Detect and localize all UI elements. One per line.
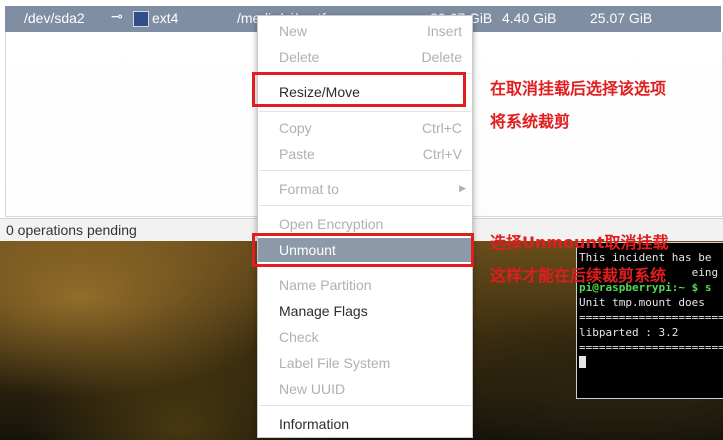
menu-item-shortcut: Insert (426, 23, 462, 39)
menu-item-delete[interactable]: Delete Delete (258, 45, 472, 69)
menu-separator (259, 205, 471, 206)
menu-item-label-file-system[interactable]: Label File System (258, 351, 472, 375)
menu-item-label: Delete (279, 49, 320, 65)
menu-item-label: Open Encryption (279, 216, 384, 232)
menu-item-check[interactable]: Check (258, 325, 472, 349)
menu-item-label: Paste (279, 146, 315, 162)
menu-item-label: Check (279, 329, 319, 345)
status-text: 0 operations pending (6, 222, 137, 238)
menu-item-label: Label File System (279, 355, 391, 371)
menu-item-label: Manage Flags (279, 303, 368, 319)
unmount-annotation-line2: 这样才能在后续裁剪系统 (490, 266, 667, 285)
submenu-arrow-icon: ▶ (459, 183, 466, 193)
menu-item-shortcut: Delete (421, 49, 462, 65)
terminal-line: ======================= (579, 311, 723, 324)
menu-item-shortcut: Ctrl+C (421, 120, 462, 136)
menu-item-manage-flags[interactable]: Manage Flags (258, 299, 472, 323)
partition-device: /dev/sda2 (24, 10, 85, 26)
menu-item-paste[interactable]: Paste Ctrl+V (258, 142, 472, 166)
menu-item-label: New UUID (279, 381, 346, 397)
unmount-annotation-line1: 选择Unmount取消挂载 (490, 233, 669, 252)
menu-separator (259, 405, 471, 406)
filesystem-color-swatch (133, 11, 149, 27)
partition-unused: 4.40 GiB (502, 10, 557, 26)
partition-filesystem: ext4 (152, 10, 179, 26)
resize-annotation-line2: 将系统裁剪 (490, 112, 571, 131)
menu-item-new[interactable]: New Insert (258, 19, 472, 43)
menu-item-label: Information (279, 416, 350, 432)
terminal-cursor (579, 356, 586, 368)
menu-item-copy[interactable]: Copy Ctrl+C (258, 116, 472, 140)
menu-item-shortcut: Ctrl+V (422, 146, 462, 162)
menu-separator (259, 111, 471, 112)
menu-separator (259, 170, 471, 171)
menu-item-label: Name Partition (279, 277, 372, 293)
menu-item-label: Format to (279, 181, 339, 197)
key-icon: ⊸ (111, 8, 123, 24)
menu-item-name-partition[interactable]: Name Partition (258, 273, 472, 297)
resize-move-highlight-box (252, 72, 466, 107)
menu-item-information[interactable]: Information (258, 412, 472, 436)
menu-item-new-uuid[interactable]: New UUID (258, 377, 472, 401)
menu-item-label: Copy (279, 120, 312, 136)
partition-size: 25.07 GiB (590, 10, 653, 26)
unmount-highlight-box (252, 233, 474, 267)
menu-item-label: New (279, 23, 308, 39)
resize-annotation-line1: 在取消挂载后选择该选项 (490, 79, 667, 98)
terminal-line: libparted : 3.2 (579, 326, 679, 339)
menu-item-format-to[interactable]: Format to ▶ (258, 177, 472, 201)
terminal-line: Unit tmp.mount does (579, 296, 705, 309)
terminal-line: ======================= (579, 341, 723, 354)
